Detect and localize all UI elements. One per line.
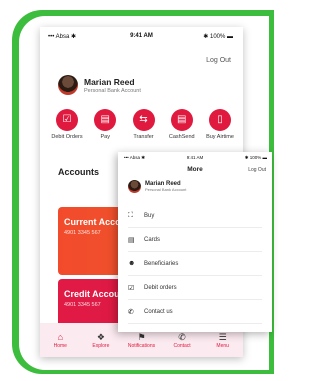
pay-label: Pay bbox=[100, 134, 110, 140]
debit-orders-icon: ☑ bbox=[56, 109, 78, 131]
nav-label: Home bbox=[53, 342, 67, 349]
avatar bbox=[58, 75, 78, 95]
explore-icon: ❖ bbox=[96, 331, 105, 342]
nav-contact[interactable]: ✆ Contact bbox=[163, 332, 201, 349]
phone-icon: ✆ bbox=[178, 331, 186, 342]
people-icon: ☻ bbox=[128, 260, 136, 267]
cashsend-button[interactable]: ▤ CashSend bbox=[165, 109, 199, 140]
transfer-button[interactable]: ⇆ Transfer bbox=[127, 109, 161, 140]
phone-icon: ▯ bbox=[209, 109, 231, 131]
nav-label: Contact bbox=[173, 342, 191, 349]
menu-item-label: Debit orders bbox=[144, 284, 177, 291]
nav-menu[interactable]: ☰ Menu bbox=[204, 332, 242, 349]
cashsend-label: CashSend bbox=[168, 134, 195, 140]
pay-button[interactable]: ▤ Pay bbox=[88, 109, 122, 140]
notifications-icon: ⚑ bbox=[137, 331, 146, 342]
home-icon: ⌂ bbox=[57, 331, 64, 342]
pay-icon: ▤ bbox=[94, 109, 117, 131]
debit-orders-label: Debit Orders bbox=[51, 134, 83, 140]
profile-header[interactable]: Marian Reed Personal Bank Account bbox=[58, 75, 141, 95]
accounts-heading: Accounts bbox=[58, 167, 100, 177]
logout-link[interactable]: Log Out bbox=[248, 167, 266, 173]
card-number: 4901 3345 567 bbox=[64, 230, 101, 236]
transfer-icon: ⇆ bbox=[132, 109, 155, 131]
battery-label: ✱ 100% ▬ bbox=[244, 155, 267, 160]
card-icon: ▤ bbox=[128, 236, 135, 244]
buy-airtime-button[interactable]: ▯ Buy Airtime bbox=[203, 109, 237, 140]
logout-link[interactable]: Log Out bbox=[206, 57, 231, 64]
menu-item-cards[interactable]: ▤ Cards bbox=[128, 228, 262, 252]
cart-icon: ⛶ bbox=[128, 211, 133, 219]
cashsend-icon: ▤ bbox=[170, 109, 193, 131]
nav-notifications[interactable]: ⚑ Notifications bbox=[122, 332, 160, 349]
buy-airtime-label: Buy Airtime bbox=[206, 134, 234, 140]
nav-label: Notifications bbox=[127, 342, 156, 349]
menu-item-debit-orders[interactable]: ☑ Debit orders bbox=[128, 276, 262, 300]
menu-item-contact-us[interactable]: ✆ Contact us bbox=[128, 300, 262, 324]
user-name: Marian Reed bbox=[84, 76, 135, 87]
nav-label: Menu bbox=[216, 342, 229, 349]
checkbox-icon: ☑ bbox=[128, 284, 135, 292]
menu-item-label: Contact us bbox=[144, 308, 173, 315]
quick-actions: ☑ Debit Orders ▤ Pay ⇆ Transfer ▤ CashSe… bbox=[50, 109, 237, 140]
debit-orders-button[interactable]: ☑ Debit Orders bbox=[50, 109, 84, 140]
nav-label: Explore bbox=[92, 342, 110, 349]
phone-icon: ✆ bbox=[128, 308, 134, 316]
nav-home[interactable]: ⌂ Home bbox=[41, 332, 79, 349]
menu-item-label: Buy bbox=[144, 212, 155, 219]
avatar bbox=[128, 180, 141, 193]
card-number: 4901 3345 567 bbox=[64, 302, 101, 308]
menu-item-buy[interactable]: ⛶ Buy bbox=[128, 204, 262, 228]
transfer-label: Transfer bbox=[133, 134, 154, 140]
more-menu-list: ⛶ Buy ▤ Cards ☻ Beneficiaries ☑ Debit or… bbox=[128, 204, 262, 324]
menu-item-label: Cards bbox=[144, 236, 161, 243]
menu-item-label: Beneficiaries bbox=[144, 260, 179, 267]
more-menu-screen: ••• Absa ✱ 9:41 AM ✱ 100% ▬ More Log Out… bbox=[118, 152, 272, 332]
nav-explore[interactable]: ❖ Explore bbox=[82, 332, 120, 349]
account-type: Personal Bank Account bbox=[145, 187, 187, 192]
menu-item-beneficiaries[interactable]: ☻ Beneficiaries bbox=[128, 252, 262, 276]
menu-icon: ☰ bbox=[218, 331, 227, 342]
battery-label: ✱ 100% ▬ bbox=[203, 34, 233, 40]
profile-header[interactable]: Marian Reed Personal Bank Account bbox=[128, 180, 186, 193]
account-type: Personal Bank Account bbox=[84, 87, 141, 94]
